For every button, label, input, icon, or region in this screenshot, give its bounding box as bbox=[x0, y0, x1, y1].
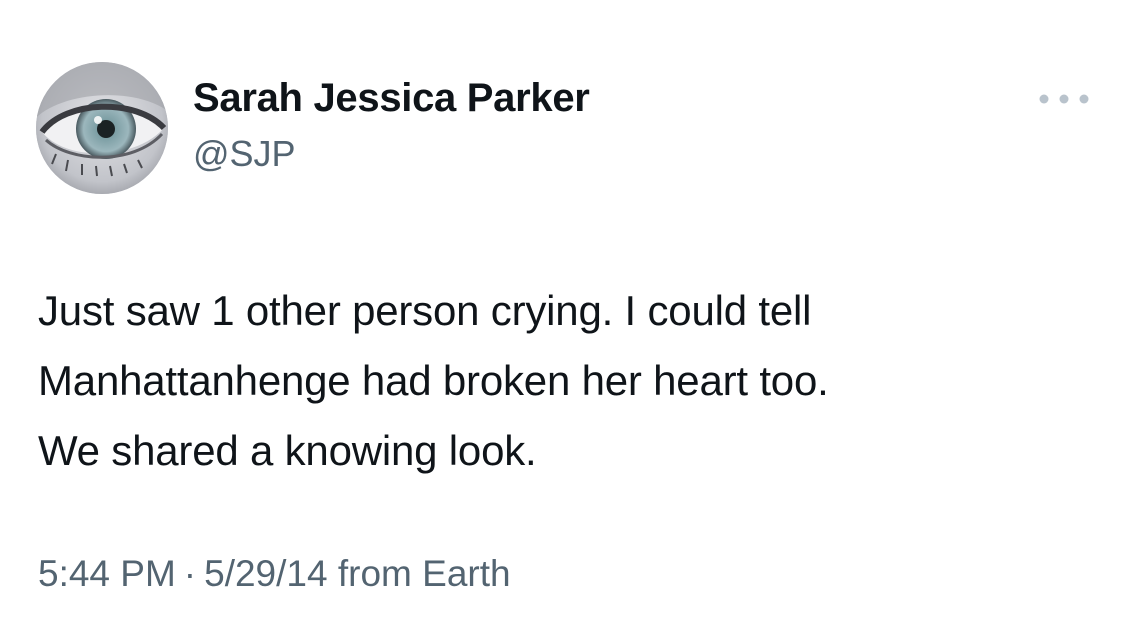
author-display-name[interactable]: Sarah Jessica Parker bbox=[193, 76, 590, 121]
author-avatar[interactable] bbox=[36, 62, 168, 194]
source-prefix: from bbox=[337, 553, 412, 594]
tweet-text: Just saw 1 other person crying. I could … bbox=[38, 287, 829, 474]
tweet-card: Sarah Jessica Parker @SJP Just saw 1 oth… bbox=[0, 0, 1125, 640]
more-options-icon[interactable] bbox=[1034, 84, 1094, 114]
tweet-date[interactable]: 5/29/14 bbox=[204, 553, 327, 594]
tweet-time[interactable]: 5:44 PM bbox=[38, 553, 176, 594]
author-handle[interactable]: @SJP bbox=[193, 133, 296, 175]
eye-closeup-avatar-icon bbox=[36, 62, 168, 194]
tweet-metadata: 5:44 PM · 5/29/14 from Earth bbox=[38, 553, 511, 595]
tweet-source[interactable]: Earth bbox=[422, 553, 510, 594]
meta-separator: · bbox=[183, 553, 197, 594]
